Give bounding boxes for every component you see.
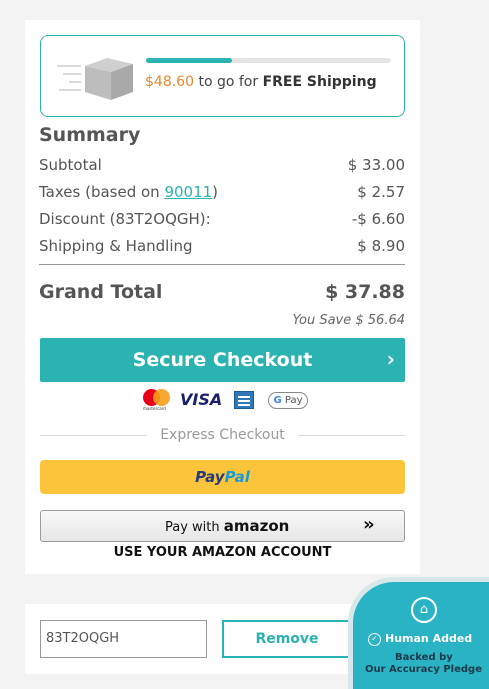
amazon-pay-prefix: Pay with: [165, 520, 224, 535]
amazon-pay-button[interactable]: Pay with amazon »: [40, 510, 405, 542]
paypal-pal: Pal: [224, 468, 250, 486]
check-circle-icon: ✓: [368, 633, 381, 646]
google-pay-icon: G Pay: [268, 392, 308, 409]
free-shipping-banner: $48.60 to go for FREE Shipping: [40, 35, 405, 117]
taxes-label-suffix: ): [212, 183, 219, 201]
shipping-message-text: to go for: [194, 74, 263, 90]
shipping-value: $ 8.90: [357, 237, 405, 255]
taxes-value: $ 2.57: [357, 183, 405, 201]
chevron-right-icon: ›: [386, 347, 395, 371]
express-checkout-label: Express Checkout: [160, 427, 285, 443]
amazon-pay-label: Pay with amazon: [165, 517, 289, 535]
google-g: G: [273, 395, 282, 406]
grand-total-label: Grand Total: [39, 281, 163, 303]
you-save-text: You Save $ 56.64: [292, 313, 406, 328]
subtotal-value: $ 33.00: [347, 156, 405, 174]
box-icon: [57, 58, 133, 100]
express-checkout-divider: Express Checkout: [40, 427, 405, 443]
mastercard-icon: mastercard: [143, 389, 171, 411]
amazon-account-text: USE YOUR AMAZON ACCOUNT: [113, 545, 332, 560]
double-chevron-icon: »: [363, 514, 375, 535]
summary-divider: [39, 264, 405, 265]
google-pay-text: Pay: [281, 395, 303, 406]
taxes-label-prefix: Taxes (based on: [39, 183, 165, 201]
visa-icon: VISA: [180, 390, 223, 409]
summary-title: Summary: [39, 124, 141, 146]
shipping-amount-remaining: $48.60: [145, 74, 194, 90]
promo-code-input[interactable]: 83T2OQGH: [40, 620, 207, 658]
paypal-button[interactable]: PayPal: [40, 460, 405, 494]
secure-checkout-button[interactable]: Secure Checkout ›: [40, 338, 405, 382]
shipping-progress-bar: [146, 58, 391, 63]
human-added-badge[interactable]: ⌂ ✓ Human Added Backed by Our Accuracy P…: [348, 577, 489, 689]
subtotal-label: Subtotal: [39, 156, 102, 174]
paypal-pay: Pay: [195, 468, 225, 486]
badge-subtitle: Backed by: [395, 652, 453, 663]
amazon-logo: amazon: [223, 517, 290, 535]
discount-label: Discount (83T2OQGH):: [39, 210, 211, 228]
taxes-label: Taxes (based on 90011): [39, 183, 218, 201]
zip-code-link[interactable]: 90011: [164, 183, 212, 201]
discount-value: -$ 6.60: [351, 210, 405, 228]
order-summary-card: $48.60 to go for FREE Shipping Summary S…: [25, 20, 420, 574]
free-shipping-label: FREE Shipping: [262, 74, 377, 90]
badge-title: Human Added: [385, 632, 473, 645]
mastercard-text: mastercard: [143, 406, 166, 411]
shipping-progress-fill: [146, 58, 232, 63]
home-icon: ⌂: [411, 597, 437, 623]
amex-icon: [234, 391, 254, 409]
grand-total-value: $ 37.88: [325, 281, 405, 303]
secure-checkout-label: Secure Checkout: [132, 349, 313, 371]
paypal-logo: PayPal: [195, 468, 250, 486]
shipping-message: $48.60 to go for FREE Shipping: [145, 74, 377, 90]
shipping-label: Shipping & Handling: [39, 237, 193, 255]
badge-pledge: Our Accuracy Pledge: [365, 664, 482, 675]
